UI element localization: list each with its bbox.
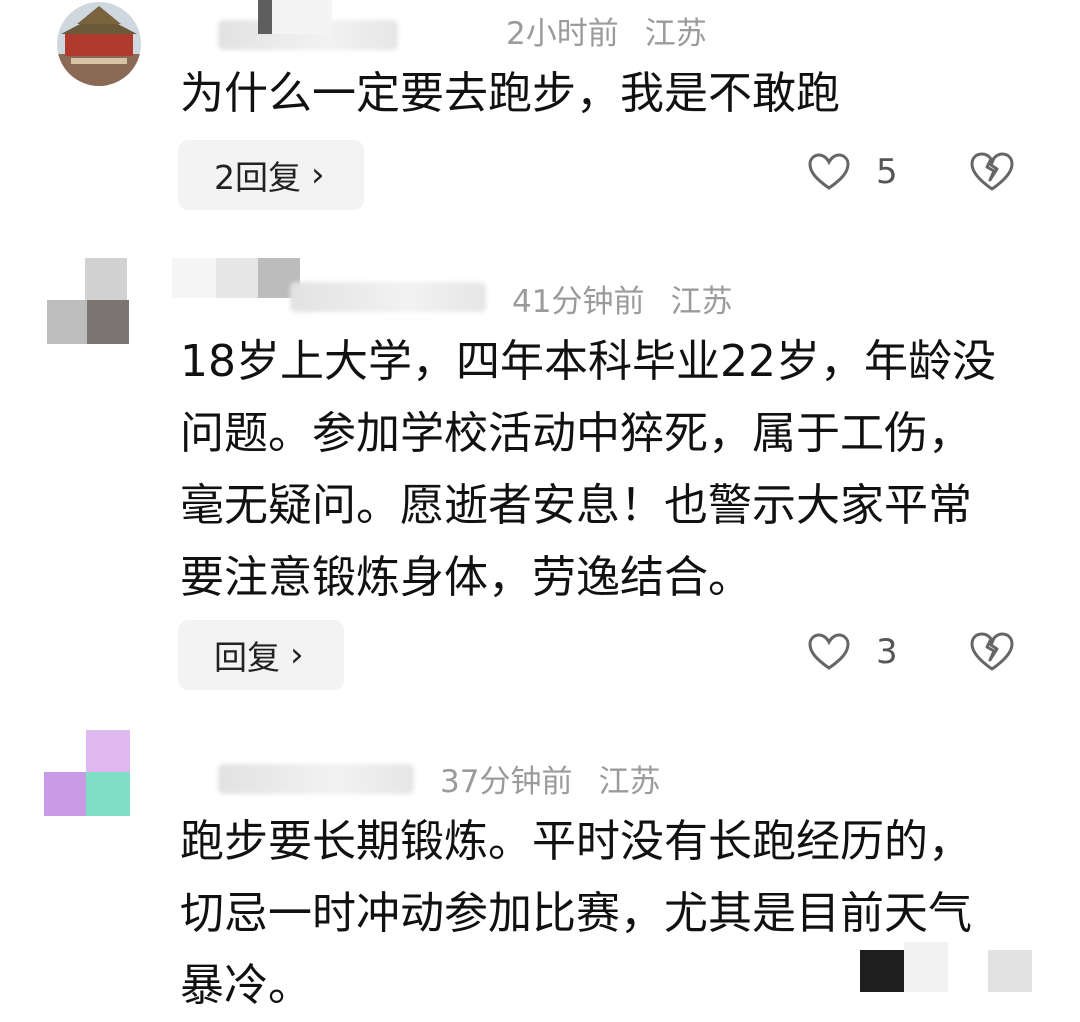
comment-meta: 2小时前 江苏 (506, 8, 707, 53)
comment-time: 2小时前 (506, 16, 619, 52)
comment-time: 37分钟前 (440, 764, 573, 800)
username-mosaic (172, 258, 300, 298)
username-mosaic (258, 0, 272, 34)
username-blurred (218, 764, 414, 794)
comment-meta: 37分钟前 江苏 (440, 756, 660, 801)
broken-heart-icon (970, 632, 1014, 671)
comment-meta: 41分钟前 江苏 (512, 276, 732, 321)
comment-text: 为什么一定要去跑步，我是不敢跑 (180, 68, 840, 119)
avatar[interactable] (57, 2, 141, 86)
chevron-right-icon: › (290, 635, 304, 675)
chevron-right-icon: › (311, 155, 325, 195)
comment-item: 41分钟前 江苏 18岁上大学，四年本科毕业22岁，年龄没问题。参加学校活动中猝死… (0, 240, 1080, 700)
comment-time: 41分钟前 (512, 284, 645, 320)
username-mosaic (272, 0, 332, 34)
comment-region: 江苏 (670, 284, 733, 320)
avatar[interactable] (44, 730, 130, 816)
view-replies-button[interactable]: 回复 › (178, 620, 344, 690)
reply-label: 回复 (214, 638, 280, 677)
avatar[interactable] (47, 258, 133, 344)
like-button[interactable]: 5 (808, 152, 898, 192)
comment-text: 18岁上大学，四年本科毕业22岁，年龄没问题。参加学校活动中猝死，属于工伤，毫无… (180, 336, 996, 603)
view-replies-button[interactable]: 2回复 › (178, 140, 364, 210)
comment-item: 37分钟前 江苏 跑步要长期锻炼。平时没有长跑经历的，切忌一时冲动参加比赛，尤其是… (0, 720, 1080, 1011)
heart-outline-icon (808, 153, 850, 190)
comment-region: 江苏 (598, 764, 661, 800)
dislike-button[interactable] (970, 152, 1014, 196)
like-count: 3 (876, 632, 898, 672)
broken-heart-icon (970, 152, 1014, 191)
username-blurred (290, 282, 486, 312)
like-button[interactable]: 3 (808, 632, 898, 672)
like-count: 5 (876, 152, 898, 192)
dislike-button[interactable] (970, 632, 1014, 676)
comment-item: 2小时前 江苏 为什么一定要去跑步，我是不敢跑 2回复 › 5 (0, 0, 1080, 230)
heart-outline-icon (808, 633, 850, 670)
comment-region: 江苏 (644, 16, 707, 52)
watermark-mosaic (860, 942, 1032, 992)
reply-label: 2回复 (214, 158, 301, 197)
